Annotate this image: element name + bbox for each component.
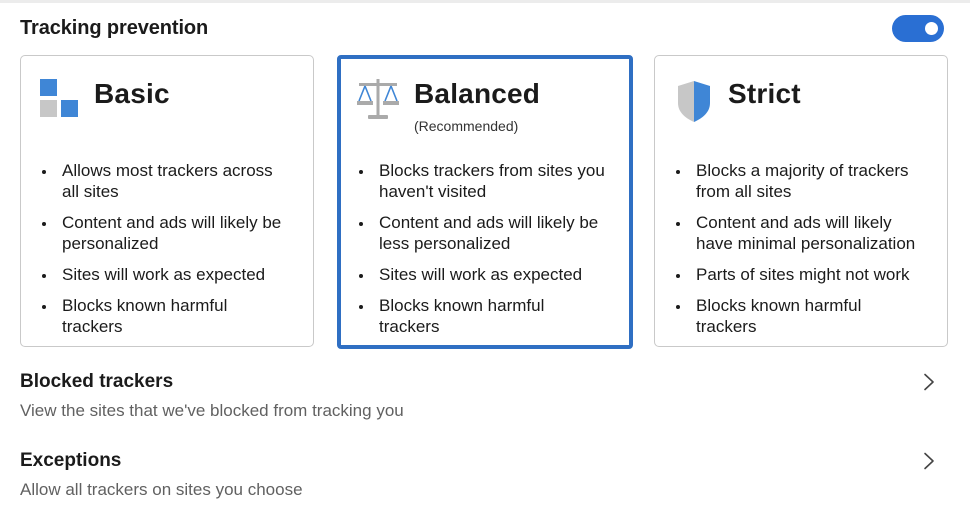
chevron-right-icon	[924, 452, 934, 470]
card-basic[interactable]: Basic Allows most trackers across all si…	[20, 55, 314, 347]
list-item: Sites will work as expected	[41, 264, 291, 285]
shield-icon	[678, 81, 710, 122]
exceptions-row[interactable]: Exceptions Allow all trackers on sites y…	[20, 447, 944, 503]
list-item: Parts of sites might not work	[675, 264, 925, 285]
card-title: Basic	[94, 78, 170, 109]
card-title: Strict	[728, 78, 801, 109]
top-divider	[0, 0, 970, 3]
blocked-trackers-row[interactable]: Blocked trackers View the sites that we'…	[20, 368, 944, 424]
card-subtitle: (Recommended)	[414, 118, 519, 134]
card-title: Balanced	[414, 78, 541, 109]
scales-icon	[357, 79, 399, 119]
tracking-prevention-toggle[interactable]	[892, 15, 944, 42]
card-strict[interactable]: Strict Blocks a majority of trackers fro…	[654, 55, 948, 347]
list-item: Blocks trackers from sites you haven't v…	[358, 160, 608, 202]
list-item: Content and ads will likely be less pers…	[358, 212, 608, 254]
list-item: Content and ads will likely be personali…	[41, 212, 291, 254]
chevron-right-icon	[924, 373, 934, 391]
exceptions-title: Exceptions	[20, 450, 122, 471]
card-bullet-list: Allows most trackers across all sites Co…	[41, 160, 291, 347]
list-item: Blocks a majority of trackers from all s…	[675, 160, 925, 202]
list-item: Sites will work as expected	[358, 264, 608, 285]
exceptions-description: Allow all trackers on sites you choose	[20, 480, 303, 499]
list-item: Blocks known harmful trackers	[41, 295, 291, 337]
list-item: Content and ads will likely have minimal…	[675, 212, 925, 254]
toggle-knob	[925, 22, 938, 35]
card-balanced[interactable]: Balanced (Recommended) Blocks trackers f…	[337, 55, 633, 349]
card-bullet-list: Blocks trackers from sites you haven't v…	[358, 160, 608, 347]
tracking-prevention-header: Tracking prevention	[20, 14, 944, 44]
list-item: Allows most trackers across all sites	[41, 160, 291, 202]
blocked-trackers-description: View the sites that we've blocked from t…	[20, 401, 404, 420]
list-item: Blocks known harmful trackers	[675, 295, 925, 337]
blocked-trackers-title: Blocked trackers	[20, 371, 174, 392]
page-title: Tracking prevention	[20, 17, 209, 39]
card-bullet-list: Blocks a majority of trackers from all s…	[675, 160, 925, 347]
list-item: Blocks known harmful trackers	[358, 295, 608, 337]
basic-squares-icon	[40, 79, 78, 117]
